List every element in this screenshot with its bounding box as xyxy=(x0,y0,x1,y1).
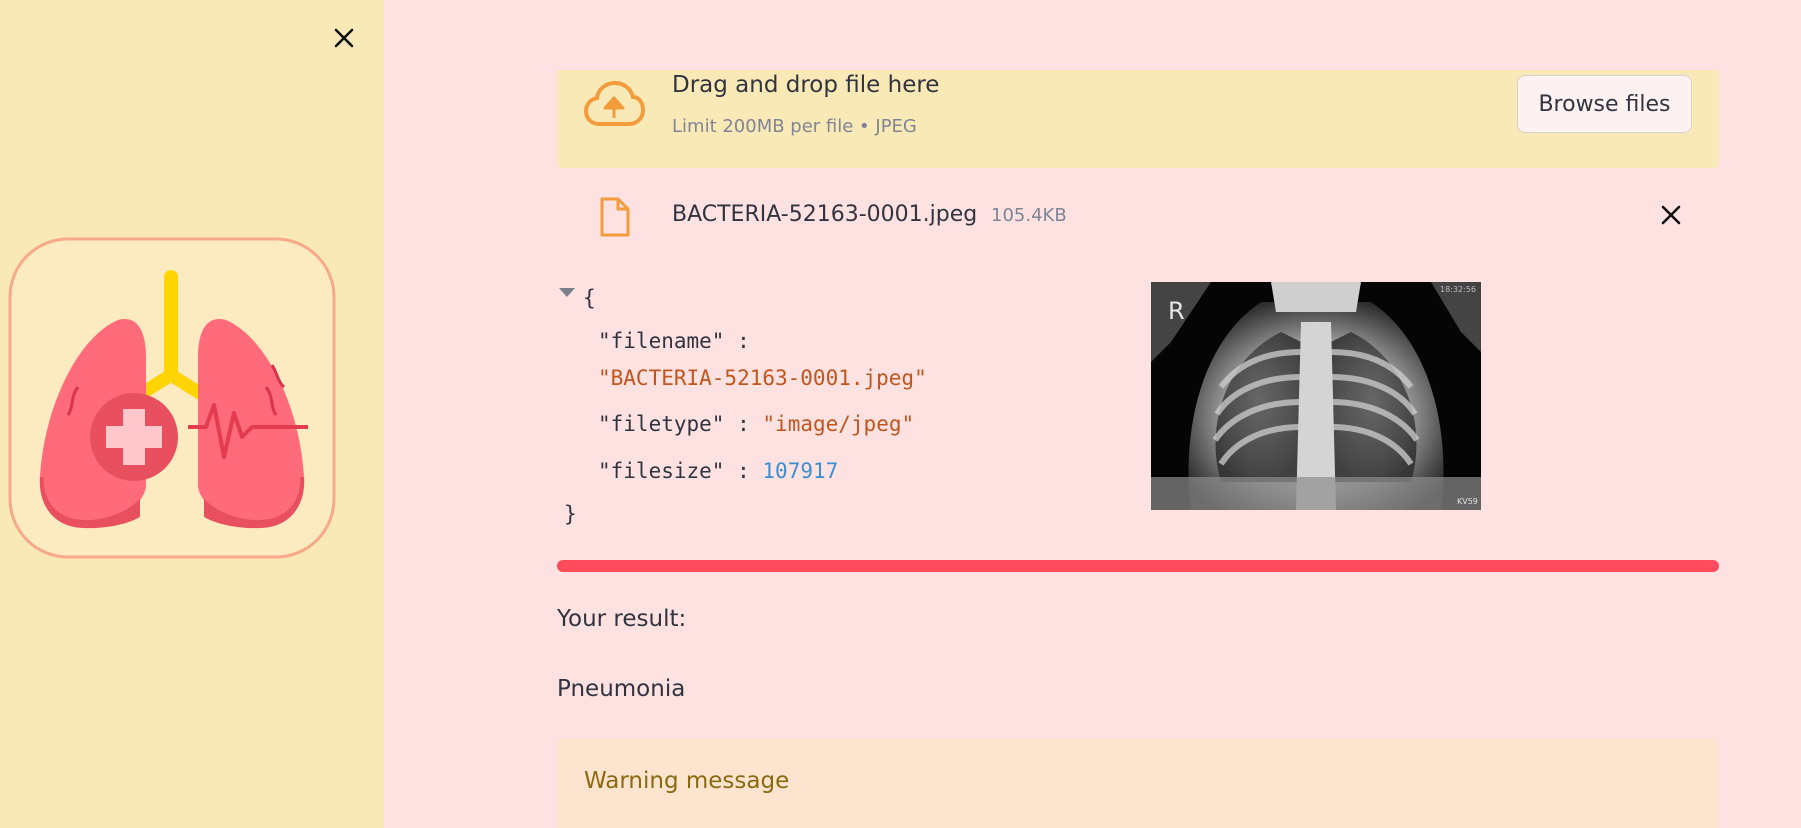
uploaded-file-row: BACTERIA-52163-0001.jpeg 105.4KB xyxy=(557,190,1719,244)
json-key: "filetype" xyxy=(598,412,725,436)
xray-marker: R xyxy=(1168,297,1185,325)
progress-bar xyxy=(557,560,1719,572)
json-row-filesize: "filesize" : 107917 xyxy=(598,459,838,483)
browse-files-button[interactable]: Browse files xyxy=(1517,75,1692,133)
sidebar xyxy=(0,0,384,828)
chest-xray-image: R 18:32:56 KV59 xyxy=(1151,282,1481,510)
json-colon: : xyxy=(737,459,750,483)
json-key: "filename" xyxy=(598,329,725,353)
file-uploader-dropzone[interactable]: Drag and drop file here Limit 200MB per … xyxy=(557,70,1719,168)
close-icon[interactable] xyxy=(328,22,360,54)
remove-file-icon[interactable] xyxy=(1656,200,1686,230)
dropzone-limit-text: Limit 200MB per file • JPEG xyxy=(672,116,917,137)
json-viewer: { "filename" : "BACTERIA-52163-0001.jpeg… xyxy=(557,284,1057,534)
json-key: "filesize" xyxy=(598,459,725,483)
file-icon xyxy=(599,196,631,238)
json-number-value: 107917 xyxy=(762,459,839,483)
json-close-brace: } xyxy=(564,502,577,526)
json-string-value: "image/jpeg" xyxy=(762,412,915,436)
lungs-medical-icon xyxy=(8,237,336,559)
json-row-filename-value: "BACTERIA-52163-0001.jpeg" xyxy=(598,366,927,390)
collapse-caret-icon[interactable] xyxy=(559,288,575,297)
json-row-filename-key: "filename" : xyxy=(598,329,750,353)
json-colon: : xyxy=(737,412,750,436)
warning-text: Warning message xyxy=(584,768,790,794)
xray-corner-label: KV59 xyxy=(1457,497,1478,506)
file-size: 105.4KB xyxy=(991,205,1067,226)
xray-timestamp: 18:32:56 xyxy=(1440,285,1476,294)
json-string-value: "BACTERIA-52163-0001.jpeg" xyxy=(598,366,927,390)
dropzone-title: Drag and drop file here xyxy=(672,72,940,98)
json-open-brace: { xyxy=(583,286,596,310)
json-row-filetype: "filetype" : "image/jpeg" xyxy=(598,412,914,436)
warning-alert: Warning message xyxy=(557,738,1719,828)
cloud-upload-icon xyxy=(583,80,646,130)
json-colon: : xyxy=(737,329,750,353)
result-value: Pneumonia xyxy=(557,676,686,702)
file-name: BACTERIA-52163-0001.jpeg xyxy=(672,202,978,227)
main-content: Drag and drop file here Limit 200MB per … xyxy=(384,0,1801,828)
result-label: Your result: xyxy=(557,606,687,632)
